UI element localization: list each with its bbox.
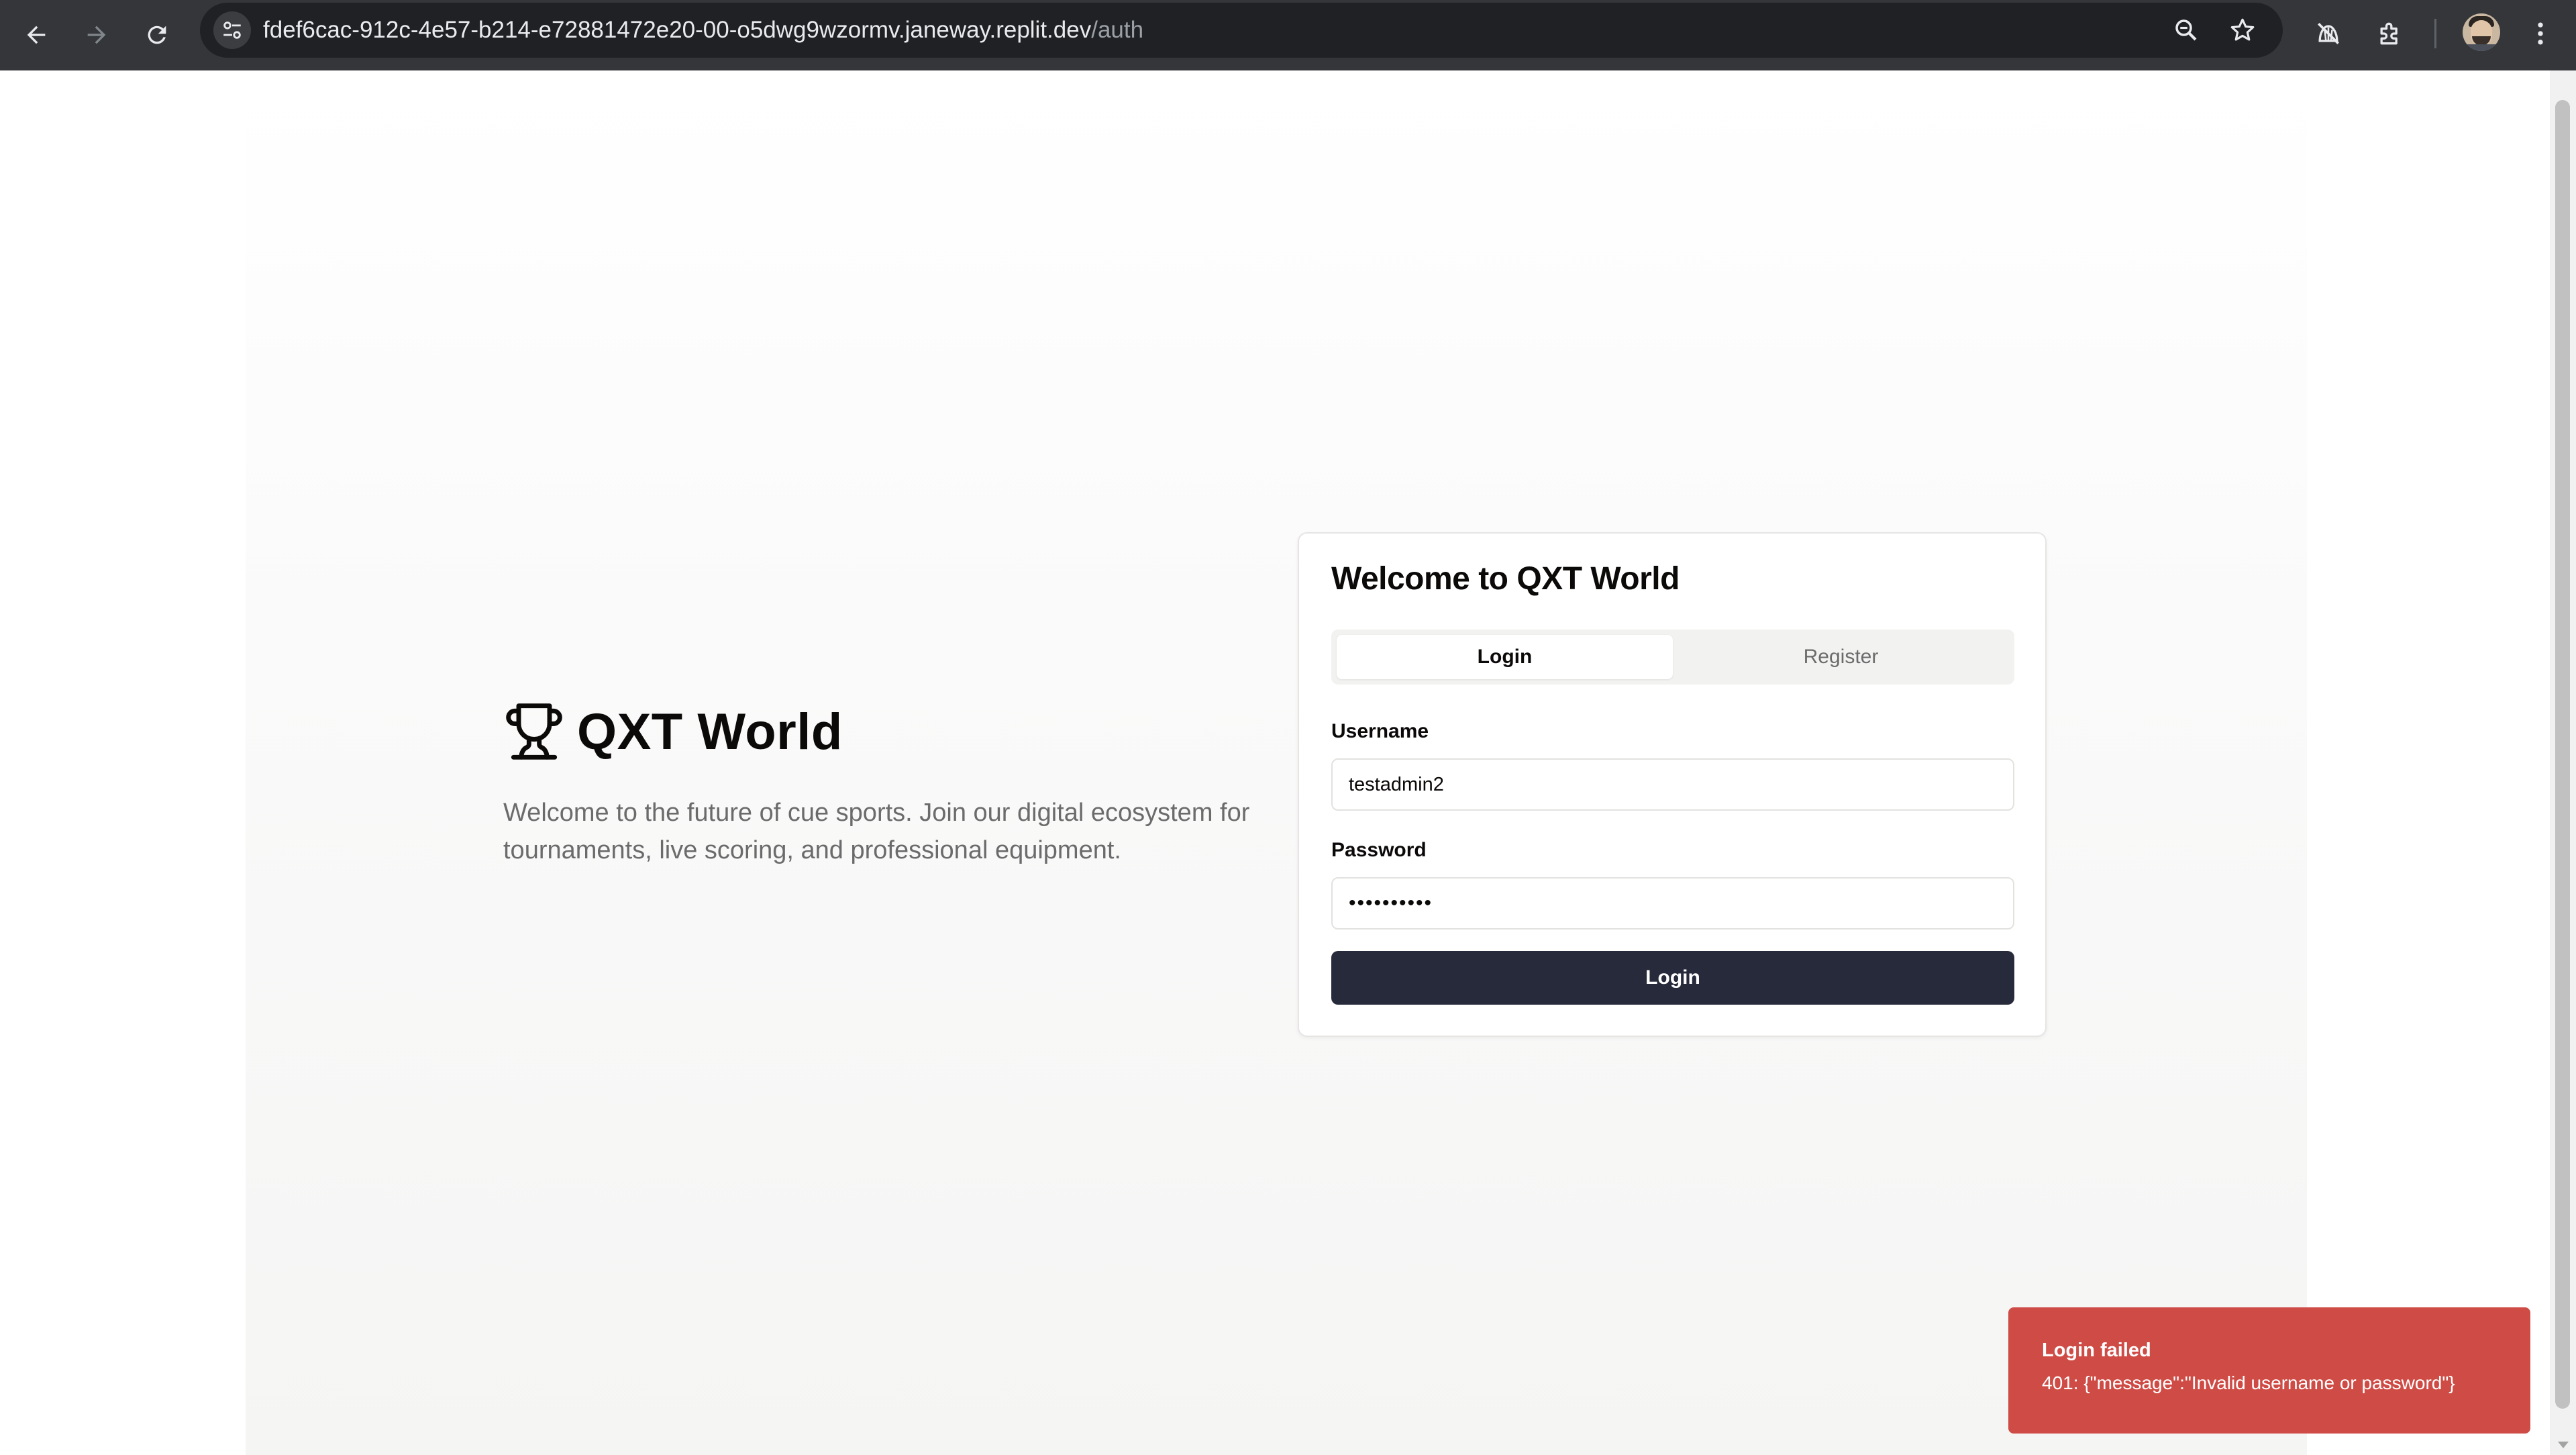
url-host: fdef6cac-912c-4e57-b214-e72881472e20-00-… — [263, 17, 1092, 43]
username-field[interactable]: testadmin2 — [1331, 758, 2014, 811]
toast-title: Login failed — [2042, 1340, 2151, 1361]
username-label: Username — [1331, 720, 1429, 742]
more-menu-icon[interactable] — [2522, 15, 2559, 52]
login-button[interactable]: Login — [1331, 951, 2014, 1005]
hero-brand: QXT World — [503, 698, 843, 765]
browser-toolbar: fdef6cac-912c-4e57-b214-e72881472e20-00-… — [0, 0, 2576, 70]
reload-icon[interactable] — [138, 16, 176, 54]
zoom-icon[interactable] — [2170, 14, 2202, 46]
password-field[interactable]: •••••••••• — [1331, 877, 2014, 930]
tab-login[interactable]: Login — [1337, 635, 1673, 679]
extension-hat-icon[interactable] — [2310, 15, 2347, 52]
tab-register[interactable]: Register — [1673, 635, 2009, 679]
card-title: Welcome to QXT World — [1331, 561, 1680, 597]
bookmark-star-icon[interactable] — [2226, 14, 2259, 46]
hero-description: Welcome to the future of cue sports. Joi… — [503, 799, 1250, 864]
toolbar-divider — [2434, 19, 2436, 48]
trophy-icon — [506, 703, 562, 760]
scroll-thumb[interactable] — [2555, 100, 2570, 1409]
url-path: /auth — [1091, 17, 1144, 43]
forward-icon[interactable] — [78, 16, 115, 54]
auth-card: Welcome to QXT World Login Register User… — [1298, 532, 2047, 1037]
back-icon[interactable] — [17, 16, 55, 54]
url-text[interactable]: fdef6cac-912c-4e57-b214-e72881472e20-00-… — [263, 3, 1143, 58]
password-label: Password — [1331, 839, 1427, 861]
hero-title: QXT World — [577, 703, 843, 760]
extensions-puzzle-icon[interactable] — [2371, 15, 2409, 52]
address-bar[interactable]: fdef6cac-912c-4e57-b214-e72881472e20-00-… — [200, 3, 2283, 58]
scrollbar[interactable] — [2550, 70, 2576, 1455]
error-toast[interactable]: Login failed 401: {"message":"Invalid us… — [2008, 1307, 2530, 1434]
toast-message: 401: {"message":"Invalid username or pas… — [2042, 1372, 2455, 1393]
profile-avatar[interactable] — [2463, 13, 2500, 51]
site-info-icon[interactable] — [213, 11, 251, 49]
auth-tabs: Login Register — [1331, 630, 2014, 685]
scroll-down-arrow-icon[interactable] — [2558, 1442, 2569, 1448]
